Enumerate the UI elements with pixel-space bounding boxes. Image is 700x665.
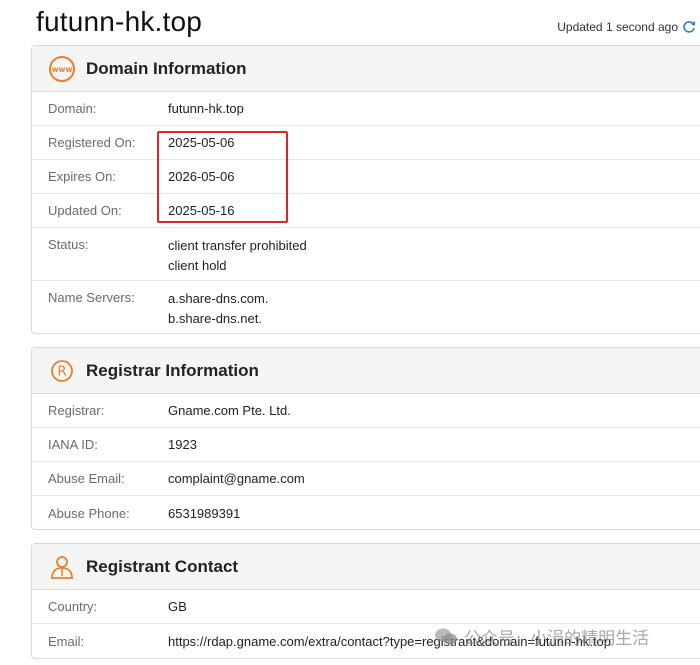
watermark: 公众号 · 小涓的精明生活: [434, 624, 649, 649]
registered-icon: R: [48, 357, 76, 385]
row-abuse-email: Abuse Email: complaint@gname.com: [32, 462, 700, 496]
svg-text:R: R: [57, 364, 66, 379]
name-server: a.share-dns.com.: [168, 291, 269, 306]
row-value: complaint@gname.com: [168, 471, 305, 486]
row-label: Status:: [48, 237, 89, 252]
watermark-text: 公众号 · 小涓的精明生活: [464, 629, 650, 648]
updated-status: Updated 1 second ago: [557, 20, 696, 34]
row-value: futunn-hk.top: [168, 101, 244, 116]
row-updated-on: Updated On: 2025-05-16: [32, 194, 700, 228]
panel-title: Registrant Contact: [86, 556, 239, 576]
panel-title: Registrar Information: [86, 360, 259, 380]
row-value: client transfer prohibited client hold: [168, 236, 307, 276]
wechat-icon: [434, 627, 458, 647]
status-line: client hold: [168, 258, 227, 273]
refresh-icon[interactable]: [682, 20, 696, 34]
row-label: Registered On:: [48, 135, 136, 150]
row-label: Updated On:: [48, 203, 122, 218]
row-iana-id: IANA ID: 1923: [32, 428, 700, 462]
registrar-information-header: R Registrar Information: [32, 348, 700, 394]
row-label: Expires On:: [48, 169, 116, 184]
updated-text: Updated 1 second ago: [557, 20, 678, 34]
registrar-information-panel: R Registrar Information Registrar: Gname…: [31, 347, 700, 530]
registrant-contact-header: Registrant Contact: [32, 544, 700, 590]
person-icon: [48, 553, 76, 581]
status-line: client transfer prohibited: [168, 238, 307, 253]
row-label: Email:: [48, 633, 85, 649]
row-value: a.share-dns.com. b.share-dns.net.: [168, 289, 268, 329]
svg-text:www: www: [52, 65, 73, 74]
highlight-box: [157, 131, 288, 223]
row-label: IANA ID:: [48, 437, 98, 452]
row-value: 6531989391: [168, 505, 241, 521]
row-registered-on: Registered On: 2025-05-06: [32, 126, 700, 160]
domain-information-panel: www Domain Information Domain: futunn-hk…: [31, 45, 700, 334]
name-server: b.share-dns.net.: [168, 311, 262, 326]
row-registrar: Registrar: Gname.com Pte. Ltd.: [32, 394, 700, 428]
row-label: Name Servers:: [48, 290, 135, 305]
row-value: GB: [168, 599, 187, 614]
www-icon: www: [48, 55, 76, 83]
row-name-servers: Name Servers: a.share-dns.com. b.share-d…: [32, 281, 700, 334]
row-label: Abuse Phone:: [48, 505, 130, 521]
row-label: Country:: [48, 599, 98, 614]
row-value: 1923: [168, 437, 197, 452]
row-value: Gname.com Pte. Ltd.: [168, 403, 291, 418]
domain-information-header: www Domain Information: [32, 46, 700, 92]
row-expires-on: Expires On: 2026-05-06: [32, 160, 700, 194]
row-abuse-phone: Abuse Phone: 6531989391: [32, 496, 700, 530]
row-domain: Domain: futunn-hk.top: [32, 92, 700, 126]
row-status: Status: client transfer prohibited clien…: [32, 228, 700, 281]
row-country: Country: GB: [32, 590, 700, 624]
page-title: futunn-hk.top: [36, 6, 203, 37]
row-label: Abuse Email:: [48, 471, 125, 486]
row-label: Domain:: [48, 101, 97, 116]
panel-title: Domain Information: [86, 58, 247, 78]
row-label: Registrar:: [48, 403, 105, 418]
